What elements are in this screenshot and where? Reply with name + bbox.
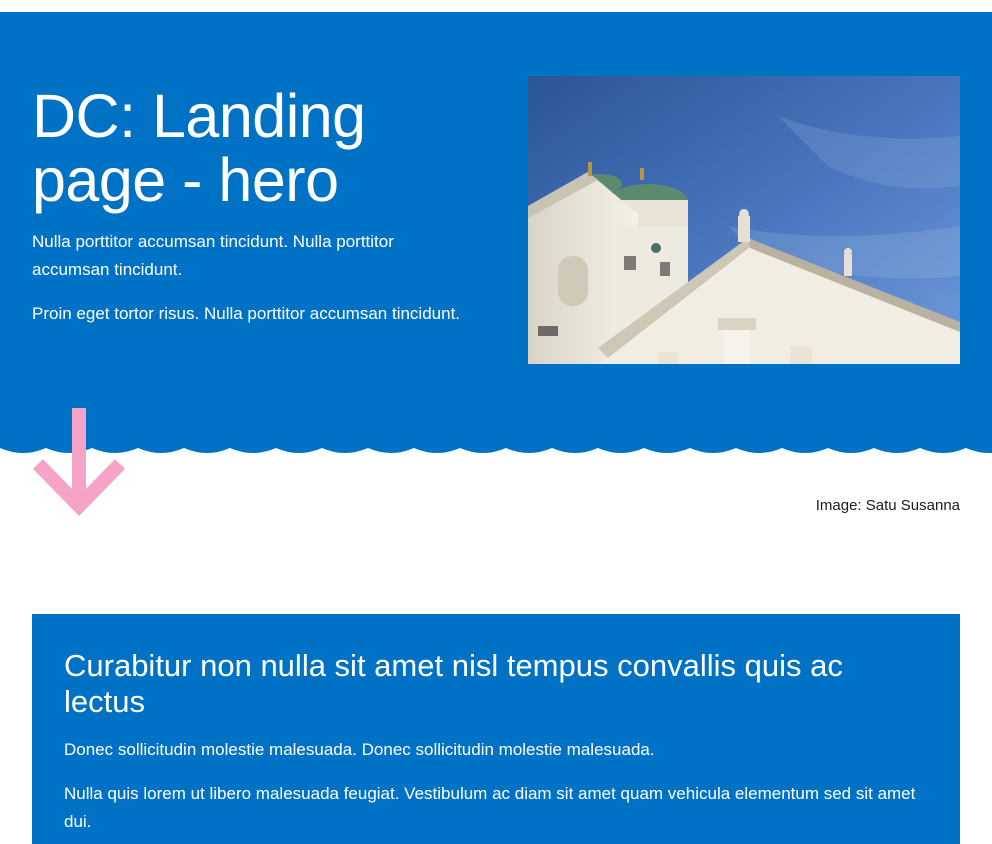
hero-paragraph: Nulla porttitor accumsan tincidunt. Null… [32, 232, 394, 279]
cathedral-photo [528, 76, 960, 364]
info-box: Curabitur non nulla sit amet nisl tempus… [32, 614, 960, 844]
hero-paragraph: Proin eget tortor risus. Nulla porttitor… [32, 304, 461, 323]
hero-section: DC: Landing page - hero Nulla porttitor … [0, 12, 992, 448]
info-box-paragraph: Donec sollicitudin molestie malesuada. D… [64, 740, 655, 759]
hero-text-block: DC: Landing page - hero Nulla porttitor … [32, 84, 472, 328]
info-box-heading: Curabitur non nulla sit amet nisl tempus… [64, 648, 843, 719]
arrow-down-icon [32, 408, 126, 517]
hero-image [528, 76, 960, 364]
wave-divider [0, 440, 992, 453]
image-credit: Image: Satu Susanna [815, 497, 960, 514]
page-title: DC: Landing page - hero [32, 82, 366, 214]
info-box-paragraph: Nulla quis lorem ut libero malesuada feu… [64, 784, 916, 831]
